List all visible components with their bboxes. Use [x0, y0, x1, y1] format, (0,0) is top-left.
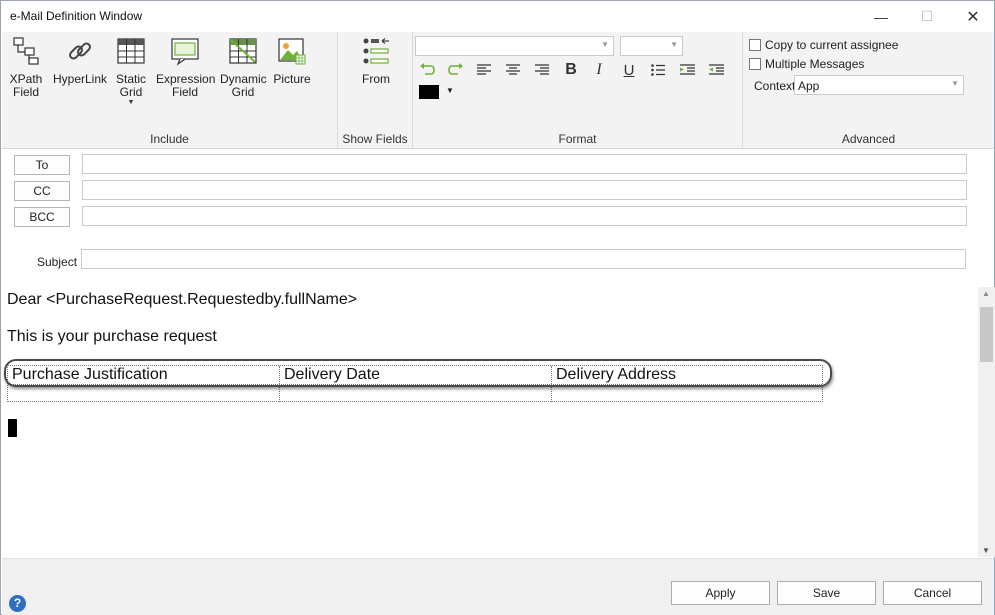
- header-row-highlight: [4, 359, 832, 387]
- maximize-button[interactable]: ☐: [904, 1, 950, 32]
- cc-button[interactable]: CC: [14, 181, 70, 201]
- maximize-icon: ☐: [920, 8, 934, 24]
- outdent-button[interactable]: [706, 60, 726, 80]
- save-button[interactable]: Save: [777, 581, 876, 605]
- to-button[interactable]: To: [14, 155, 70, 175]
- redo-icon: [448, 63, 463, 75]
- multiple-messages-checkbox[interactable]: Multiple Messages: [749, 57, 864, 71]
- align-right-button[interactable]: [532, 60, 552, 80]
- cancel-button[interactable]: Cancel: [883, 581, 982, 605]
- email-definition-window: e-Mail Definition Window — ☐ ✕ XPath Fie…: [0, 0, 995, 615]
- bold-icon: B: [565, 61, 577, 78]
- show-fields-from-icon: [363, 38, 389, 64]
- align-center-button[interactable]: [503, 60, 523, 80]
- advanced-group-label: Advanced: [841, 132, 896, 146]
- close-icon: ✕: [966, 8, 980, 26]
- show-fields-group: From Show Fields: [338, 32, 413, 148]
- scroll-up-icon[interactable]: ▲: [982, 289, 990, 298]
- context-dropdown[interactable]: App ▼: [794, 75, 964, 95]
- align-right-icon: [535, 64, 549, 75]
- close-button[interactable]: ✕: [950, 1, 995, 32]
- chevron-down-icon: ▼: [127, 99, 135, 106]
- expression-field-button[interactable]: Expression Field: [156, 36, 215, 99]
- chevron-down-icon: ▼: [601, 40, 609, 49]
- underline-icon: U: [623, 61, 635, 79]
- bold-button[interactable]: B: [561, 60, 581, 80]
- context-label: Context: [754, 79, 796, 93]
- indent-icon: [679, 64, 695, 75]
- dynamic-grid-icon: [229, 38, 257, 64]
- body-line-greeting: Dear <PurchaseRequest.Requestedby.fullNa…: [7, 291, 358, 308]
- cc-field[interactable]: [82, 180, 967, 200]
- undo-icon: [420, 63, 435, 75]
- hyperlink-icon: [69, 42, 91, 60]
- static-grid-button[interactable]: Static Grid ▼: [114, 36, 148, 107]
- dialog-footer: ? Apply Save Cancel: [2, 558, 994, 615]
- advanced-group: Copy to current assignee Multiple Messag…: [743, 32, 994, 148]
- scroll-down-icon[interactable]: ▼: [982, 546, 990, 555]
- include-group: XPath Field HyperLink Static Grid ▼ Expr…: [2, 32, 338, 148]
- hyperlink-button[interactable]: HyperLink: [53, 36, 107, 86]
- align-left-button[interactable]: [474, 60, 494, 80]
- xpath-field-button[interactable]: XPath Field: [8, 36, 44, 99]
- apply-button[interactable]: Apply: [671, 581, 770, 605]
- include-group-label: Include: [150, 132, 189, 146]
- copy-to-assignee-checkbox[interactable]: Copy to current assignee: [749, 38, 898, 52]
- format-group: ▼ ▼ B I U ▼ Format: [413, 32, 743, 148]
- ribbon: XPath Field HyperLink Static Grid ▼ Expr…: [2, 32, 994, 149]
- show-fields-group-label: Show Fields: [342, 132, 408, 146]
- chevron-down-icon: ▼: [951, 79, 959, 88]
- text-color-swatch[interactable]: [419, 85, 439, 99]
- text-caret: [8, 419, 17, 437]
- window-title: e-Mail Definition Window: [10, 9, 143, 23]
- bcc-field[interactable]: [82, 206, 967, 226]
- scrollbar-thumb[interactable]: [980, 307, 993, 362]
- body-line-intro: This is your purchase request: [7, 328, 217, 345]
- xpath-field-icon: [13, 37, 39, 65]
- expression-field-icon: [171, 38, 199, 66]
- title-bar: e-Mail Definition Window — ☐ ✕: [1, 1, 994, 32]
- subject-label: Subject: [37, 255, 78, 269]
- font-family-dropdown[interactable]: ▼: [415, 36, 614, 56]
- from-button[interactable]: From: [358, 36, 394, 86]
- italic-icon: I: [596, 61, 602, 78]
- static-grid-icon: [117, 38, 145, 64]
- chevron-down-icon: ▼: [670, 40, 678, 49]
- help-icon[interactable]: ?: [9, 595, 26, 612]
- format-group-label: Format: [558, 132, 597, 146]
- picture-button[interactable]: Picture: [273, 36, 311, 86]
- minimize-button[interactable]: —: [858, 1, 904, 32]
- minimize-icon: —: [874, 8, 888, 25]
- picture-icon: [278, 38, 306, 65]
- undo-button[interactable]: [417, 60, 437, 80]
- redo-button[interactable]: [446, 60, 466, 80]
- align-left-icon: [477, 64, 491, 75]
- message-editor[interactable]: Dear <PurchaseRequest.Requestedby.fullNa…: [2, 287, 978, 557]
- outdent-icon: [708, 64, 724, 75]
- dynamic-grid-button[interactable]: Dynamic Grid: [220, 36, 267, 99]
- italic-button[interactable]: I: [589, 60, 609, 80]
- align-center-icon: [506, 64, 520, 75]
- font-size-dropdown[interactable]: ▼: [620, 36, 683, 56]
- underline-button[interactable]: U: [619, 60, 639, 80]
- bullet-list-icon: [651, 64, 665, 76]
- bullet-list-button[interactable]: [648, 60, 668, 80]
- chevron-down-icon[interactable]: ▼: [446, 86, 454, 95]
- editor-scrollbar[interactable]: ▲ ▼: [978, 287, 995, 557]
- bcc-button[interactable]: BCC: [14, 207, 70, 227]
- indent-button[interactable]: [677, 60, 697, 80]
- to-field[interactable]: [82, 154, 967, 174]
- subject-field[interactable]: [81, 249, 966, 269]
